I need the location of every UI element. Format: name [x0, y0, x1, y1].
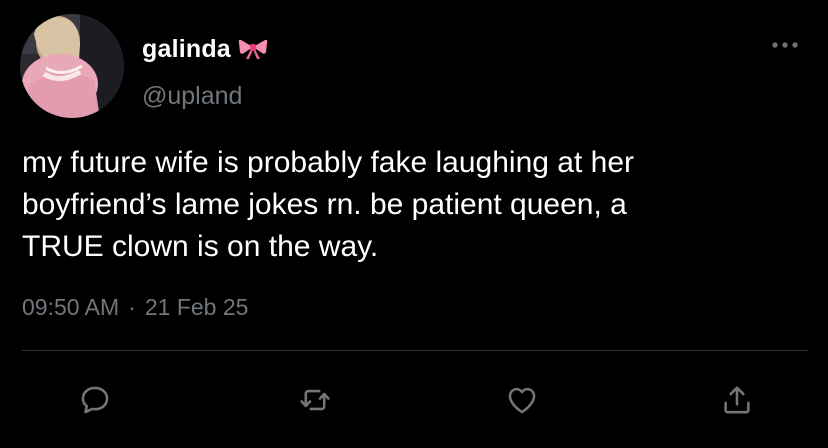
tweet-timestamp[interactable]: 09:50 AM · 21 Feb 25: [22, 294, 248, 321]
tweet-text: my future wife is probably fake laughing…: [22, 146, 634, 263]
like-button[interactable]: [502, 380, 542, 420]
meta-separator: ·: [128, 294, 136, 320]
tweet-card: galinda @upland my future wife is probab…: [0, 0, 828, 448]
author-name-row[interactable]: galinda: [142, 32, 268, 66]
more-options-icon[interactable]: [770, 38, 800, 52]
tweet-time: 09:50 AM: [22, 294, 120, 320]
divider: [22, 350, 808, 351]
retweet-icon: [300, 389, 330, 411]
avatar-photo: [20, 14, 124, 118]
tweet-date: 21 Feb 25: [144, 294, 249, 320]
author-handle[interactable]: @upland: [142, 82, 242, 111]
author-display-name[interactable]: galinda: [142, 35, 231, 64]
share-icon: [724, 386, 750, 414]
reply-icon: [81, 386, 109, 414]
author-avatar[interactable]: [20, 14, 124, 118]
share-button[interactable]: [717, 380, 757, 420]
retweet-button[interactable]: [295, 380, 335, 420]
heart-icon: [508, 387, 536, 414]
reply-button[interactable]: [75, 380, 115, 420]
pink-bow-icon: [238, 38, 268, 60]
